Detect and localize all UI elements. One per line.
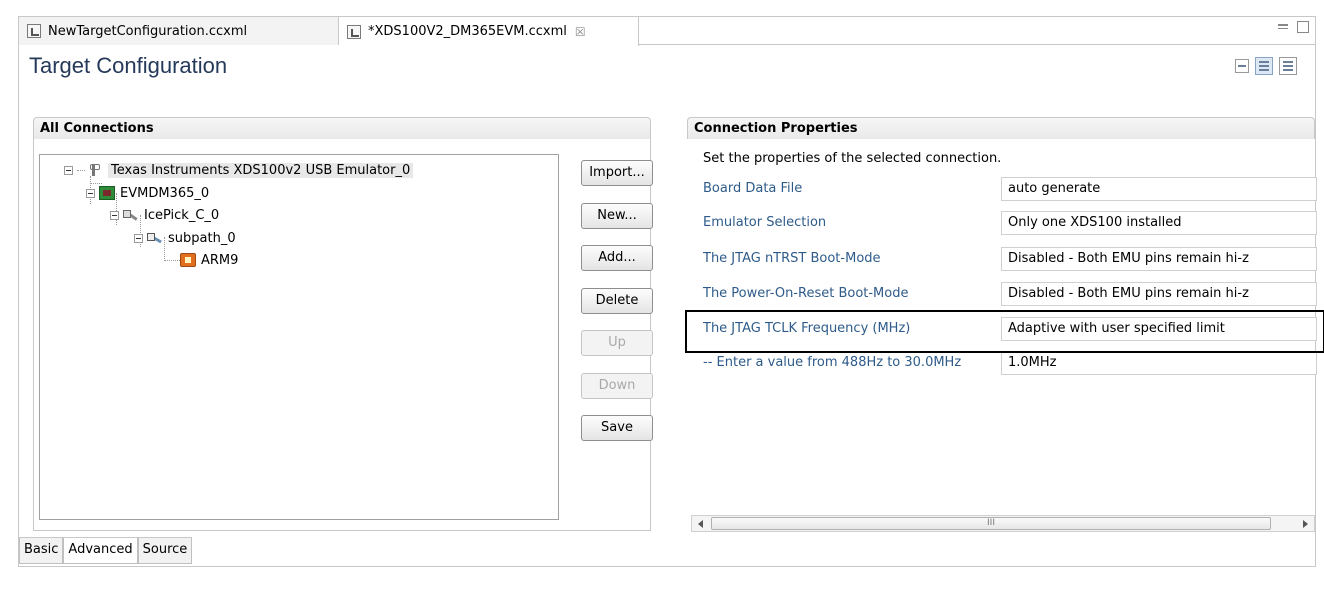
property-label: Emulator Selection [703,215,827,230]
tab-xds100v2-dm365evm[interactable]: *XDS100V2_DM365EVM.ccxml ☒ [339,17,639,46]
property-row: The JTAG nTRST Boot-Mode Disabled - Both… [703,246,1317,272]
maximize-icon[interactable] [1297,21,1309,33]
scroll-right-icon[interactable] [1303,520,1308,528]
close-tab-icon[interactable]: ☒ [575,25,586,39]
tree-node-label: Texas Instruments XDS100v2 USB Emulator_… [108,162,414,178]
property-row: Emulator Selection Only one XDS100 insta… [703,210,1317,236]
editor-page-tabs: Basic Advanced Source [19,537,193,565]
property-row: Board Data File auto generate [703,176,1317,202]
horizontal-scrollbar[interactable]: III [691,515,1315,532]
tree-node-arm9[interactable]: ARM9 [180,250,238,270]
scrollbar-thumb[interactable]: III [711,517,1271,530]
connections-tree[interactable]: Texas Instruments XDS100v2 USB Emulator_… [39,154,559,520]
tab-new-target-configuration[interactable]: NewTargetConfiguration.ccxml [19,17,339,45]
property-label: The JTAG nTRST Boot-Mode [703,251,881,266]
tab-advanced[interactable]: Advanced [63,538,138,564]
tree-node-icepick[interactable]: IcePick_C_0 [110,205,219,225]
add-button[interactable]: Add... [581,245,653,271]
page-title: Target Configuration [29,53,228,78]
tree-node-label: IcePick_C_0 [144,207,220,223]
property-value-tclk-limit[interactable]: 1.0MHz [1001,351,1317,375]
view-toggle-group [1235,57,1297,75]
property-label: -- Enter a value from 488Hz to 30.0MHz [703,355,962,370]
ccxml-file-icon [27,24,41,38]
tab-label: NewTargetConfiguration.ccxml [48,23,248,39]
tree-node-label: subpath_0 [168,230,236,246]
tab-label: *XDS100V2_DM365EVM.ccxml [368,24,567,39]
editor-frame: NewTargetConfiguration.ccxml *XDS100V2_D… [18,16,1324,567]
tab-basic[interactable]: Basic [19,538,64,564]
collapse-icon[interactable] [86,188,95,198]
new-button[interactable]: New... [581,203,653,229]
tree-node-subpath[interactable]: subpath_0 [134,228,236,248]
collapse-icon[interactable] [134,233,143,243]
editor-tab-bar: NewTargetConfiguration.ccxml *XDS100V2_D… [19,17,1315,46]
ccxml-file-icon [347,24,361,39]
property-label: Board Data File [703,181,803,196]
tree-node-label: ARM9 [201,252,239,268]
emulator-icon [87,163,103,177]
tree-node-label: EVMDM365_0 [120,185,210,201]
collapse-view-icon[interactable] [1235,59,1249,73]
property-row: The Power-On-Reset Boot-Mode Disabled - … [703,281,1317,307]
tab-source[interactable]: Source [137,538,193,564]
properties-description: Set the properties of the selected conne… [703,151,1002,166]
delete-button[interactable]: Delete [581,288,653,314]
property-value-board-data-file[interactable]: auto generate [1001,177,1317,201]
property-value-emulator-selection[interactable]: Only one XDS100 installed [1001,211,1317,235]
split-view-icon[interactable] [1255,57,1273,75]
icepick-icon [123,208,139,222]
property-row: -- Enter a value from 488Hz to 30.0MHz 1… [703,350,1317,376]
collapse-icon[interactable] [110,210,119,220]
up-button[interactable]: Up [581,330,653,356]
property-value-ntrst-boot-mode[interactable]: Disabled - Both EMU pins remain hi-z [1001,247,1317,271]
cpu-icon [180,253,196,267]
tree-node-board[interactable]: EVMDM365_0 [86,183,209,203]
scroll-left-icon[interactable] [698,520,703,528]
all-connections-header: All Connections [33,117,651,139]
minimize-icon[interactable] [1277,21,1289,33]
down-button[interactable]: Down [581,373,653,399]
save-button[interactable]: Save [581,415,653,441]
collapse-icon[interactable] [64,165,73,175]
property-label: The Power-On-Reset Boot-Mode [703,286,909,301]
import-button[interactable]: Import... [581,160,653,186]
list-view-icon[interactable] [1279,57,1297,75]
highlight-box [685,310,1324,353]
property-value-por-boot-mode[interactable]: Disabled - Both EMU pins remain hi-z [1001,282,1317,306]
subpath-icon [147,231,163,245]
connection-properties-header: Connection Properties [687,117,1315,139]
tree-node-emulator[interactable]: Texas Instruments XDS100v2 USB Emulator_… [64,160,414,180]
scroll-grip: III [987,518,995,528]
board-icon [99,186,115,200]
